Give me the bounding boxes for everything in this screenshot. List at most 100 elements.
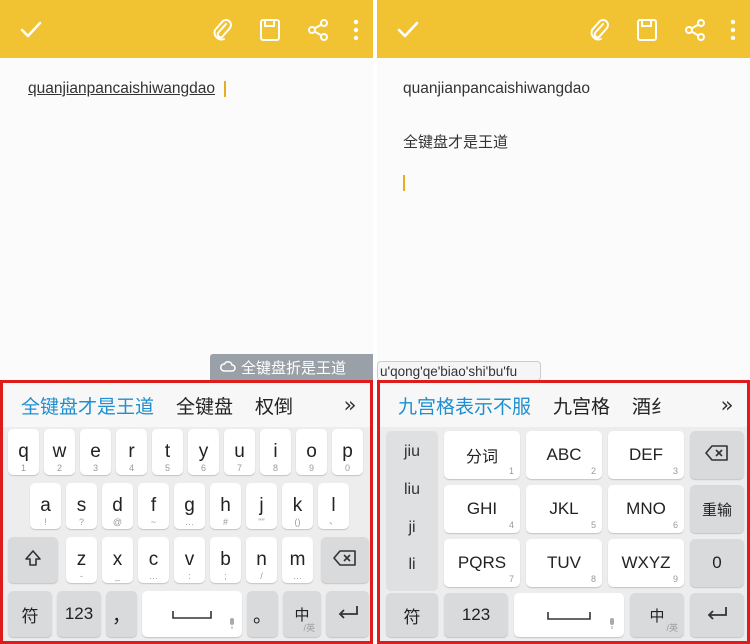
- more-vert-icon[interactable]: [349, 14, 363, 46]
- more-candidates-button[interactable]: »: [713, 391, 741, 419]
- key-q[interactable]: q1: [8, 429, 39, 475]
- key-x[interactable]: x _: [102, 537, 133, 583]
- key-label: WXYZ: [621, 553, 671, 572]
- key-4-ghi[interactable]: GHI 4: [444, 485, 520, 533]
- key-r[interactable]: r4: [116, 429, 147, 475]
- candidate-2[interactable]: 全键盘: [176, 392, 233, 419]
- key-label: 0: [712, 553, 722, 572]
- key-8-tuv[interactable]: TUV 8: [526, 539, 602, 587]
- key-7-pqrs[interactable]: PQRS 7: [444, 539, 520, 587]
- key-u[interactable]: u7: [224, 429, 255, 475]
- key-label: u: [234, 441, 245, 462]
- note-body[interactable]: quanjianpancaishiwangdao: [0, 58, 373, 380]
- key-j[interactable]: j "": [246, 483, 277, 529]
- key-label: ABC: [546, 445, 582, 464]
- key-c[interactable]: c…: [138, 537, 169, 583]
- backspace-key[interactable]: [690, 431, 744, 479]
- pinyin-option[interactable]: li: [386, 556, 438, 574]
- key-label: GHI: [466, 499, 498, 518]
- key-y[interactable]: y6: [188, 429, 219, 475]
- check-icon[interactable]: [18, 17, 44, 43]
- key-z[interactable]: z-: [66, 537, 97, 583]
- key-2-abc[interactable]: ABC 2: [526, 431, 602, 479]
- key-h[interactable]: h #: [210, 483, 241, 529]
- shift-icon: [23, 548, 43, 572]
- key-3-def[interactable]: DEF 3: [608, 431, 684, 479]
- key-6-mno[interactable]: MNO 6: [608, 485, 684, 533]
- candidate-3[interactable]: 酒纟: [632, 392, 670, 419]
- enter-key[interactable]: [690, 593, 744, 637]
- share-icon[interactable]: [678, 14, 712, 46]
- key-sub: /: [260, 571, 263, 581]
- left-screen: quanjianpancaishiwangdao 全键盘折是王道 全键盘才是王道…: [0, 0, 373, 644]
- pinyin-option[interactable]: ji: [386, 519, 438, 537]
- check-icon[interactable]: [395, 17, 421, 43]
- key-label: 重输: [701, 500, 732, 519]
- key-f[interactable]: f ~: [138, 483, 169, 529]
- candidate-bar: 全键盘才是王道 全键盘 权倒: [3, 383, 370, 427]
- symbol-key[interactable]: 符: [386, 593, 438, 637]
- key-d[interactable]: d @: [102, 483, 133, 529]
- paperclip-icon[interactable]: [205, 14, 239, 46]
- key-sub: 4: [128, 463, 134, 473]
- key-l[interactable]: l、: [318, 483, 349, 529]
- key-sub: …: [149, 571, 158, 581]
- key-5-jkl[interactable]: JKL 5: [526, 485, 602, 533]
- key-v[interactable]: v:: [174, 537, 205, 583]
- space-key[interactable]: [142, 591, 242, 637]
- candidate-bar: 九宫格表示不服 九宫格 酒纟: [380, 383, 747, 427]
- note-body[interactable]: quanjianpancaishiwangdao 全键盘才是王道: [377, 58, 750, 380]
- candidate-1[interactable]: 全键盘才是王道: [21, 392, 154, 419]
- backspace-key[interactable]: [321, 537, 369, 583]
- more-vert-icon[interactable]: [726, 14, 740, 46]
- pinyin-list[interactable]: jiu liu ji li: [386, 431, 438, 591]
- retype-key[interactable]: 重输: [690, 485, 744, 533]
- symbol-key[interactable]: 符: [8, 591, 52, 637]
- share-icon[interactable]: [301, 14, 335, 46]
- key-a[interactable]: a!: [30, 483, 61, 529]
- save-icon[interactable]: [253, 14, 287, 46]
- space-key[interactable]: [514, 593, 624, 637]
- save-icon[interactable]: [630, 14, 664, 46]
- key-label: q: [18, 441, 29, 462]
- more-candidates-button[interactable]: »: [336, 391, 364, 419]
- key-digit: 6: [672, 520, 678, 530]
- key-label: 符: [403, 607, 421, 628]
- candidate-1[interactable]: 九宫格表示不服: [398, 392, 531, 419]
- key-t[interactable]: t5: [152, 429, 183, 475]
- key-label: i: [273, 441, 278, 462]
- key-1-segment[interactable]: 分词 1: [444, 431, 520, 479]
- key-e[interactable]: e3: [80, 429, 111, 475]
- t9-keyboard: 九宫格表示不服 九宫格 酒纟 » jiu liu ji li 分词 1 ABC 2 …: [377, 380, 750, 644]
- key-p[interactable]: p0: [332, 429, 363, 475]
- key-s[interactable]: s?: [66, 483, 97, 529]
- key-b[interactable]: b;: [210, 537, 241, 583]
- key-label: n: [256, 549, 267, 570]
- lang-switch-key[interactable]: 中/英: [283, 591, 321, 637]
- pinyin-option[interactable]: liu: [386, 481, 438, 499]
- numeric-key[interactable]: 123: [444, 593, 508, 637]
- key-k[interactable]: k(): [282, 483, 313, 529]
- key-n[interactable]: n /: [246, 537, 277, 583]
- key-sub: 6: [200, 463, 206, 473]
- shift-key[interactable]: [8, 537, 58, 583]
- pinyin-option[interactable]: jiu: [386, 443, 438, 461]
- key-label: 123: [64, 604, 94, 623]
- key-9-wxyz[interactable]: WXYZ 9: [608, 539, 684, 587]
- key-g[interactable]: g…: [174, 483, 205, 529]
- comma-key[interactable]: ，: [106, 591, 137, 637]
- lang-switch-key[interactable]: 中/英: [630, 593, 684, 637]
- key-digit: 3: [672, 466, 678, 476]
- key-i[interactable]: i8: [260, 429, 291, 475]
- key-m[interactable]: m…: [282, 537, 313, 583]
- period-key[interactable]: 。: [247, 591, 278, 637]
- key-o[interactable]: o9: [296, 429, 327, 475]
- numeric-key[interactable]: 123: [57, 591, 101, 637]
- key-w[interactable]: w2: [44, 429, 75, 475]
- zero-key[interactable]: 0: [690, 539, 744, 587]
- candidate-3[interactable]: 权倒: [255, 392, 293, 419]
- enter-key[interactable]: [326, 591, 369, 637]
- key-sub: (): [294, 517, 301, 527]
- paperclip-icon[interactable]: [582, 14, 616, 46]
- candidate-2[interactable]: 九宫格: [553, 392, 610, 419]
